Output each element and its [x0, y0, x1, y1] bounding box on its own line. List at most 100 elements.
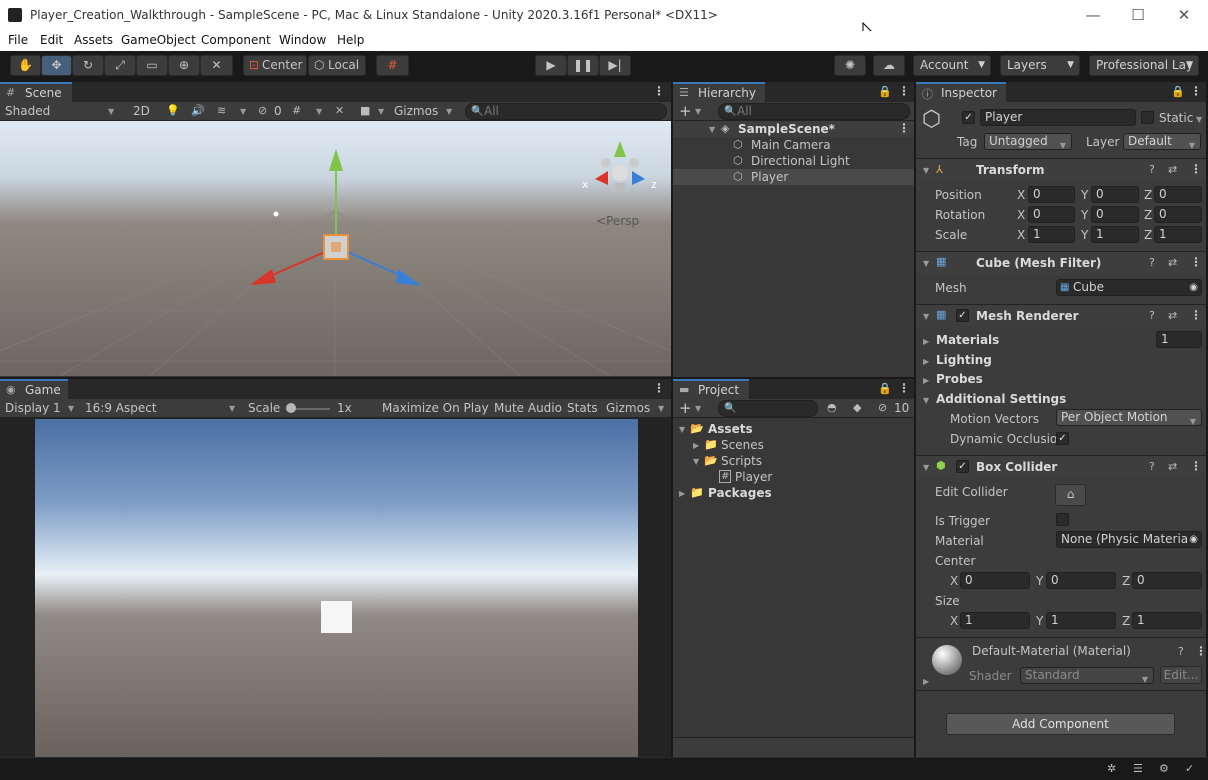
pause-button[interactable]: ❚❚ — [567, 55, 599, 76]
lighting-toggle-icon[interactable]: 💡 — [166, 104, 180, 117]
add-icon[interactable]: + — [679, 102, 692, 120]
maximize-on-play-toggle[interactable]: Maximize On Play — [382, 401, 489, 415]
grid-snap-button[interactable]: # — [376, 55, 409, 76]
preset-icon[interactable]: ⇄ — [1168, 256, 1177, 269]
help-icon[interactable]: ? — [1149, 460, 1155, 473]
perspective-toggle[interactable]: <Persp — [596, 214, 639, 228]
project-folder-assets[interactable]: ▼ 📂 Assets — [673, 421, 914, 437]
light-gizmo[interactable] — [273, 211, 279, 217]
foldout-arrow-icon[interactable]: ▶ — [923, 357, 929, 366]
position-x-field[interactable]: 0 — [1028, 186, 1075, 203]
2d-toggle[interactable]: 2D — [133, 104, 150, 118]
add-icon[interactable]: + — [679, 399, 692, 417]
scene-row-menu-icon[interactable]: ⋮ — [898, 121, 910, 135]
shader-dropdown[interactable]: Standard ▼ — [1020, 667, 1154, 684]
pivot-mode-button[interactable]: ⊡ Center — [243, 55, 307, 76]
mesh-field[interactable]: ▦ Cube ◉ — [1056, 279, 1202, 296]
hierarchy-item-directional-light[interactable]: ⬡ Directional Light — [673, 153, 914, 169]
center-x-field[interactable]: 0 — [960, 572, 1030, 589]
size-z-field[interactable]: 1 — [1132, 612, 1202, 629]
y-axis-arrow[interactable] — [329, 149, 343, 171]
rotation-x-field[interactable]: 0 — [1028, 206, 1075, 223]
debug-icon[interactable]: ✲ — [1107, 762, 1116, 775]
menu-edit[interactable]: Edit — [40, 33, 63, 47]
expand-arrow-icon[interactable]: ▼ — [679, 425, 685, 434]
custom-tool-button[interactable]: ✕ — [200, 55, 233, 76]
expand-arrow-icon[interactable]: ▼ — [709, 125, 715, 134]
display-dropdown[interactable]: Display 1 — [5, 401, 61, 415]
layer-dropdown[interactable]: Default ▼ — [1123, 133, 1201, 150]
hidden-objects-icon[interactable]: ⊘ — [258, 104, 267, 117]
size-x-field[interactable]: 1 — [960, 612, 1030, 629]
lock-icon[interactable]: 🔒 — [1171, 85, 1185, 98]
project-search-input[interactable]: 🔍 — [718, 400, 818, 417]
filter-label-icon[interactable]: ◆ — [853, 401, 861, 414]
position-y-field[interactable]: 0 — [1091, 186, 1139, 203]
foldout-arrow-icon[interactable]: ▼ — [923, 259, 929, 268]
transform-tool-button[interactable]: ⊕ — [168, 55, 200, 76]
game-gizmos-button[interactable]: Gizmos — [606, 401, 650, 415]
preset-icon[interactable]: ⇄ — [1168, 309, 1177, 322]
tab-hierarchy[interactable]: ☰ Hierarchy — [673, 82, 765, 102]
hierarchy-scene-row[interactable]: ▼ ◈ SampleScene* ⋮ — [673, 121, 914, 137]
component-menu-icon[interactable]: ⋮ — [1195, 644, 1207, 658]
component-menu-icon[interactable]: ⋮ — [1190, 255, 1202, 269]
rect-tool-button[interactable]: ▭ — [136, 55, 168, 76]
audio-toggle-icon[interactable]: 🔊 — [191, 104, 205, 117]
menu-help[interactable]: Help — [337, 33, 364, 47]
component-menu-icon[interactable]: ⋮ — [1190, 308, 1202, 322]
hand-tool-button[interactable]: ✋ — [10, 55, 41, 76]
foldout-arrow-icon[interactable]: ▼ — [923, 166, 929, 175]
active-checkbox[interactable]: ✓ — [962, 111, 975, 124]
mesh-renderer-enabled-checkbox[interactable]: ✓ — [956, 309, 969, 322]
maximize-button[interactable]: ☐ — [1128, 6, 1148, 24]
expand-arrow-icon[interactable]: ▼ — [693, 457, 699, 466]
tab-game[interactable]: ◉ Game — [0, 379, 68, 399]
scene-view[interactable]: x z <Persp — [0, 121, 671, 376]
help-icon[interactable]: ? — [1149, 256, 1155, 269]
scale-x-field[interactable]: 1 — [1028, 226, 1075, 243]
expand-arrow-icon[interactable]: ▶ — [693, 441, 699, 450]
layers-dropdown[interactable]: Layers ▼ — [1000, 55, 1080, 76]
close-button[interactable]: ✕ — [1174, 6, 1194, 24]
menu-gameobject[interactable]: GameObject — [121, 33, 196, 47]
inspector-menu-icon[interactable]: ⋮ — [1190, 84, 1202, 98]
tab-scene[interactable]: # Scene — [0, 82, 72, 102]
transform-header[interactable]: ▼ ⅄ Transform ? ⇄ ⋮ — [916, 159, 1206, 181]
tools-icon[interactable]: ✕ — [335, 104, 344, 117]
materials-count-field[interactable]: 1 — [1156, 331, 1202, 348]
scale-z-field[interactable]: 1 — [1154, 226, 1202, 243]
foldout-arrow-icon[interactable]: ▼ — [923, 396, 929, 405]
rotation-y-field[interactable]: 0 — [1091, 206, 1139, 223]
project-folder-scenes[interactable]: ▶ 📁 Scenes — [673, 437, 914, 453]
mesh-filter-header[interactable]: ▼ ▦ Cube (Mesh Filter) ? ⇄ ⋮ — [916, 252, 1206, 274]
hierarchy-item-player[interactable]: ⬡ Player — [673, 169, 914, 185]
size-y-field[interactable]: 1 — [1046, 612, 1116, 629]
menu-window[interactable]: Window — [279, 33, 326, 47]
hierarchy-search-input[interactable]: 🔍 All — [718, 103, 910, 120]
foldout-arrow-icon[interactable]: ▼ — [923, 463, 929, 472]
menu-component[interactable]: Component — [201, 33, 271, 47]
lock-icon[interactable]: 🔒 — [878, 85, 892, 98]
cloud-button[interactable]: ☁ — [873, 55, 905, 76]
menu-file[interactable]: File — [8, 33, 28, 47]
position-z-field[interactable]: 0 — [1154, 186, 1202, 203]
mesh-renderer-header[interactable]: ▼ ▦ ✓ Mesh Renderer ? ⇄ ⋮ — [916, 305, 1206, 327]
scene-menu-icon[interactable]: ⋮ — [653, 84, 665, 98]
account-dropdown[interactable]: Account ▼ — [913, 55, 991, 76]
scale-tool-button[interactable]: ⤢ — [104, 55, 136, 76]
settings-icon[interactable]: ⚙ — [1159, 762, 1169, 775]
lock-icon[interactable]: 🔒 — [878, 382, 892, 395]
preset-icon[interactable]: ⇄ — [1168, 163, 1177, 176]
grid-toggle-icon[interactable]: # — [292, 104, 301, 117]
check-icon[interactable]: ✓ — [1185, 762, 1194, 775]
materials-foldout[interactable]: Materials — [936, 333, 999, 347]
is-trigger-checkbox[interactable] — [1056, 513, 1069, 526]
help-icon[interactable]: ? — [1178, 645, 1184, 658]
project-file-player-script[interactable]: # Player — [673, 469, 914, 485]
foldout-arrow-icon[interactable]: ▶ — [923, 677, 929, 686]
game-view[interactable] — [35, 419, 638, 757]
step-button[interactable]: ▶| — [599, 55, 631, 76]
motion-vectors-dropdown[interactable]: Per Object Motion ▼ — [1056, 409, 1202, 426]
hidden-packages-icon[interactable]: ⊘ — [878, 401, 887, 414]
